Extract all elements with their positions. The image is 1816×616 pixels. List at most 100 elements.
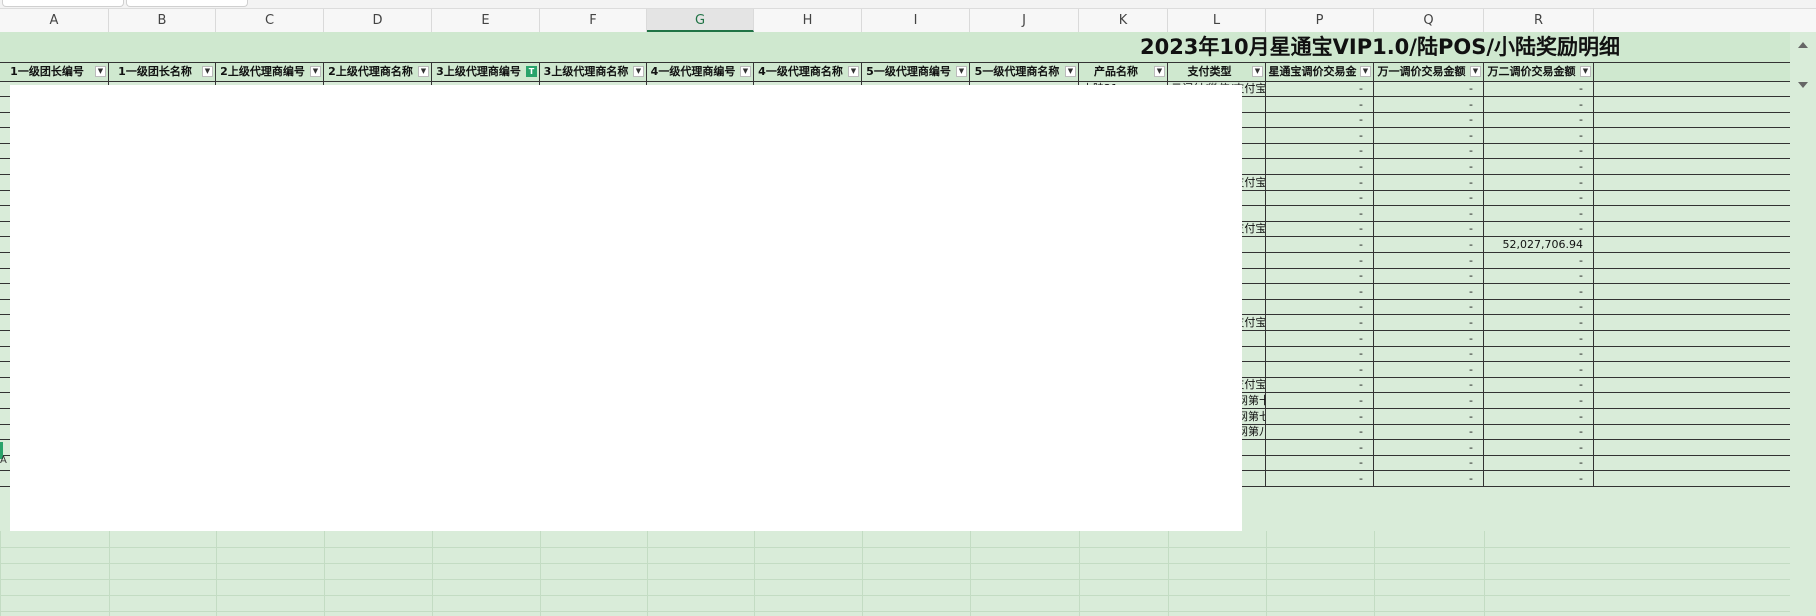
w1-amount-cell[interactable]: -: [1374, 112, 1484, 127]
xtb-amount-cell[interactable]: -: [1266, 362, 1374, 377]
filter-dropdown-icon[interactable]: ▼: [95, 66, 106, 77]
filter-dropdown-icon[interactable]: ▼: [848, 66, 859, 77]
w1-amount-cell[interactable]: -: [1374, 143, 1484, 158]
w1-amount-cell[interactable]: -: [1374, 315, 1484, 330]
w1-amount-cell[interactable]: -: [1374, 221, 1484, 236]
xtb-amount-cell[interactable]: -: [1266, 455, 1374, 470]
filter-active-icon[interactable]: T: [526, 66, 537, 77]
xtb-amount-cell[interactable]: -: [1266, 299, 1374, 314]
w1-amount-cell[interactable]: -: [1374, 331, 1484, 346]
w2-amount-cell[interactable]: -: [1484, 471, 1594, 486]
w1-amount-cell[interactable]: -: [1374, 424, 1484, 439]
w2-amount-cell[interactable]: -: [1484, 424, 1594, 439]
w1-amount-cell[interactable]: -: [1374, 440, 1484, 455]
filter-dropdown-icon[interactable]: ▼: [740, 66, 751, 77]
w2-amount-cell[interactable]: -: [1484, 455, 1594, 470]
xtb-amount-cell[interactable]: -: [1266, 331, 1374, 346]
column-letter-l[interactable]: L: [1168, 9, 1266, 32]
filter-dropdown-icon[interactable]: ▼: [310, 66, 321, 77]
column-letter-h[interactable]: H: [754, 9, 862, 32]
xtb-amount-cell[interactable]: -: [1266, 159, 1374, 174]
filter-dropdown-icon[interactable]: ▼: [1360, 66, 1371, 77]
xtb-amount-cell[interactable]: -: [1266, 81, 1374, 96]
w1-amount-cell[interactable]: -: [1374, 81, 1484, 96]
column-letter-q[interactable]: Q: [1374, 9, 1484, 32]
column-letter-j[interactable]: J: [970, 9, 1079, 32]
w1-amount-cell[interactable]: -: [1374, 377, 1484, 392]
xtb-amount-cell[interactable]: -: [1266, 253, 1374, 268]
w2-amount-cell[interactable]: -: [1484, 112, 1594, 127]
w2-amount-cell[interactable]: -: [1484, 440, 1594, 455]
w2-amount-cell[interactable]: -: [1484, 346, 1594, 361]
w1-amount-cell[interactable]: -: [1374, 159, 1484, 174]
scroll-up-icon[interactable]: [1798, 42, 1808, 48]
w1-amount-cell[interactable]: -: [1374, 346, 1484, 361]
w2-amount-cell[interactable]: -: [1484, 315, 1594, 330]
filter-dropdown-icon[interactable]: ▼: [1252, 66, 1263, 77]
xtb-amount-cell[interactable]: -: [1266, 112, 1374, 127]
xtb-amount-cell[interactable]: -: [1266, 237, 1374, 252]
column-letter-f[interactable]: F: [540, 9, 647, 32]
xtb-amount-cell[interactable]: -: [1266, 409, 1374, 424]
filter-dropdown-icon[interactable]: ▼: [1470, 66, 1481, 77]
w1-amount-cell[interactable]: -: [1374, 299, 1484, 314]
xtb-amount-cell[interactable]: -: [1266, 424, 1374, 439]
workbook-tab-2[interactable]: [126, 0, 248, 7]
xtb-amount-cell[interactable]: -: [1266, 206, 1374, 221]
w1-amount-cell[interactable]: -: [1374, 284, 1484, 299]
column-letter-p[interactable]: P: [1266, 9, 1374, 32]
w1-amount-cell[interactable]: -: [1374, 393, 1484, 408]
w2-amount-cell[interactable]: -: [1484, 268, 1594, 283]
w2-amount-cell[interactable]: 52,027,706.94: [1484, 237, 1594, 252]
w2-amount-cell[interactable]: -: [1484, 81, 1594, 96]
w1-amount-cell[interactable]: -: [1374, 471, 1484, 486]
w1-amount-cell[interactable]: -: [1374, 409, 1484, 424]
w1-amount-cell[interactable]: -: [1374, 175, 1484, 190]
column-letter-b[interactable]: B: [109, 9, 216, 32]
filter-dropdown-icon[interactable]: ▼: [956, 66, 967, 77]
empty-grid-area[interactable]: [0, 531, 1816, 616]
w2-amount-cell[interactable]: -: [1484, 362, 1594, 377]
w2-amount-cell[interactable]: -: [1484, 206, 1594, 221]
xtb-amount-cell[interactable]: -: [1266, 315, 1374, 330]
column-letter-c[interactable]: C: [216, 9, 324, 32]
xtb-amount-cell[interactable]: -: [1266, 175, 1374, 190]
w2-amount-cell[interactable]: -: [1484, 190, 1594, 205]
w1-amount-cell[interactable]: -: [1374, 253, 1484, 268]
w2-amount-cell[interactable]: -: [1484, 377, 1594, 392]
w2-amount-cell[interactable]: -: [1484, 128, 1594, 143]
w1-amount-cell[interactable]: -: [1374, 362, 1484, 377]
filter-dropdown-icon[interactable]: ▼: [1154, 66, 1165, 77]
workbook-tab[interactable]: [2, 0, 124, 7]
xtb-amount-cell[interactable]: -: [1266, 393, 1374, 408]
column-letter-r[interactable]: R: [1484, 9, 1594, 32]
w1-amount-cell[interactable]: -: [1374, 268, 1484, 283]
filter-dropdown-icon[interactable]: ▼: [633, 66, 644, 77]
column-letter-k[interactable]: K: [1079, 9, 1168, 32]
w2-amount-cell[interactable]: -: [1484, 299, 1594, 314]
xtb-amount-cell[interactable]: -: [1266, 221, 1374, 236]
w2-amount-cell[interactable]: -: [1484, 331, 1594, 346]
w2-amount-cell[interactable]: -: [1484, 143, 1594, 158]
column-letter-a[interactable]: A: [0, 9, 109, 32]
column-letter-e[interactable]: E: [432, 9, 540, 32]
vertical-scrollbar[interactable]: [1790, 32, 1816, 616]
column-letter-g[interactable]: G: [647, 9, 754, 32]
w1-amount-cell[interactable]: -: [1374, 97, 1484, 112]
w1-amount-cell[interactable]: -: [1374, 128, 1484, 143]
w2-amount-cell[interactable]: -: [1484, 97, 1594, 112]
w2-amount-cell[interactable]: -: [1484, 175, 1594, 190]
filter-dropdown-icon[interactable]: ▼: [418, 66, 429, 77]
spreadsheet-grid[interactable]: 2023年10月星通宝VIP1.0/陆POS/小陆奖励明细 1一级团长编号 ▼ 1一…: [0, 32, 1816, 616]
w1-amount-cell[interactable]: -: [1374, 206, 1484, 221]
column-letter-d[interactable]: D: [324, 9, 432, 32]
xtb-amount-cell[interactable]: -: [1266, 268, 1374, 283]
xtb-amount-cell[interactable]: -: [1266, 284, 1374, 299]
w2-amount-cell[interactable]: -: [1484, 284, 1594, 299]
w2-amount-cell[interactable]: -: [1484, 159, 1594, 174]
w1-amount-cell[interactable]: -: [1374, 190, 1484, 205]
w1-amount-cell[interactable]: -: [1374, 455, 1484, 470]
w2-amount-cell[interactable]: -: [1484, 253, 1594, 268]
filter-dropdown-icon[interactable]: ▼: [1580, 66, 1591, 77]
w2-amount-cell[interactable]: -: [1484, 221, 1594, 236]
